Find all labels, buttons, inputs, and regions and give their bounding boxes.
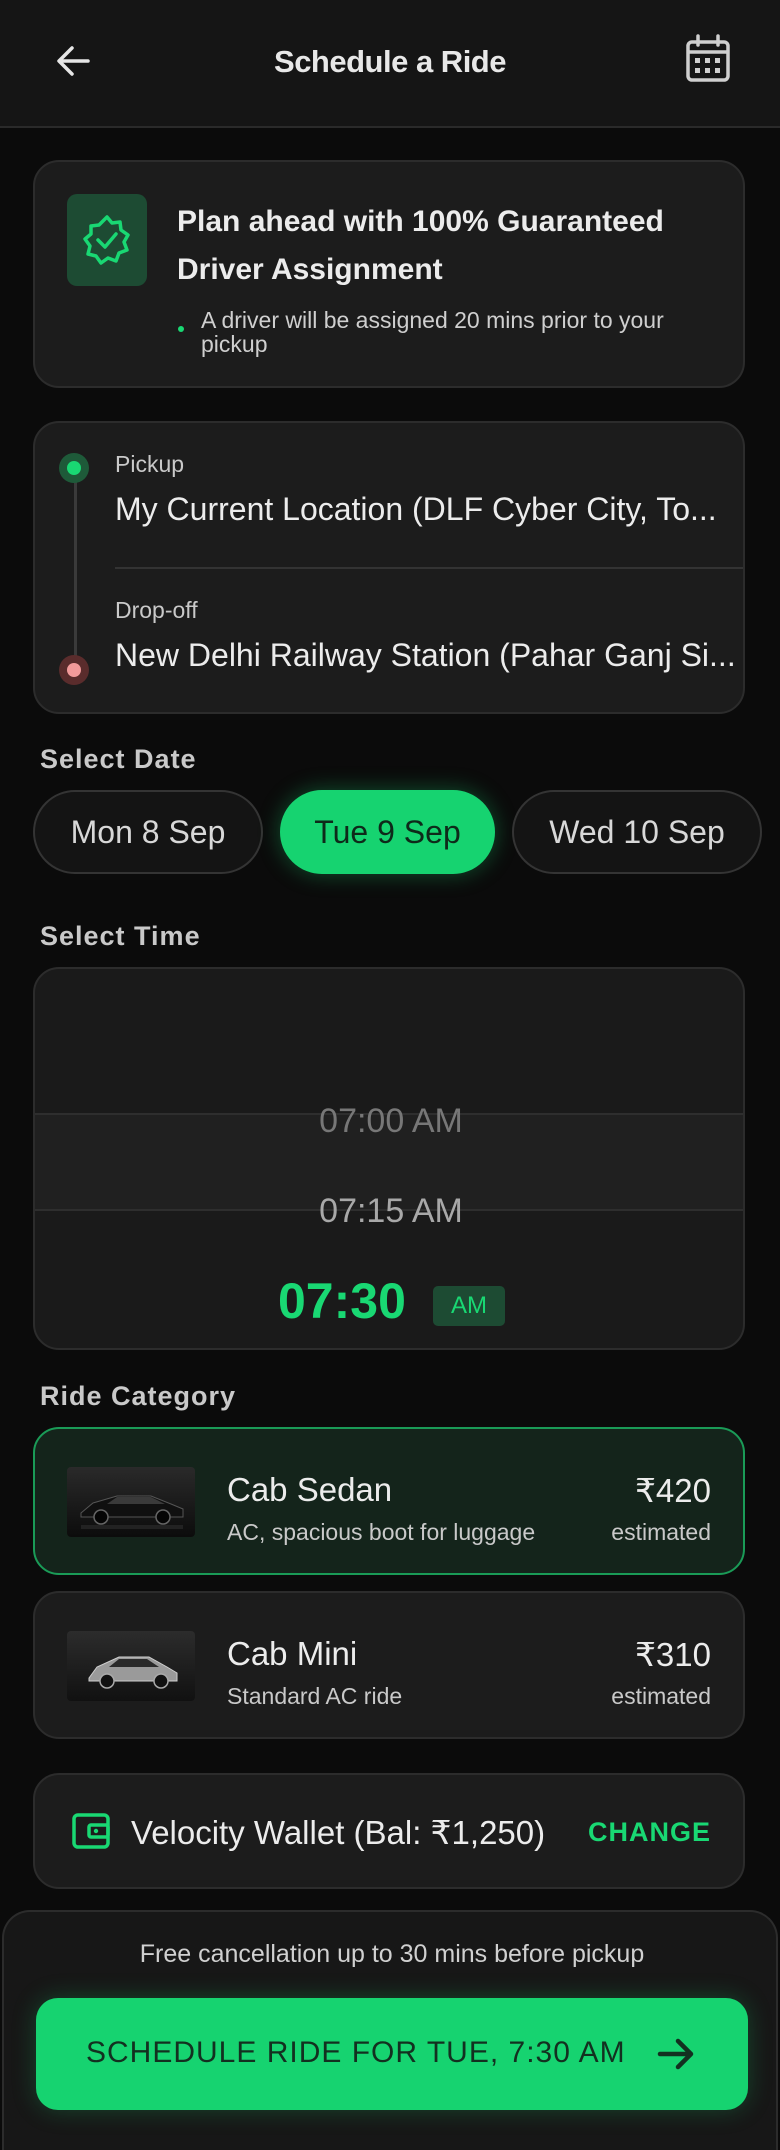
- dropoff-marker: [59, 655, 89, 685]
- calendar-icon: [686, 34, 730, 82]
- wallet-balance: Velocity Wallet (Bal: ₹1,250): [131, 1814, 546, 1851]
- dropoff-label: Drop-off: [115, 597, 198, 623]
- ride-price-note: estimated: [611, 1519, 711, 1545]
- route-connector: [74, 468, 77, 662]
- calendar-button[interactable]: [683, 32, 733, 86]
- pickup-marker: [59, 453, 89, 483]
- bottom-action-bar: Free cancellation up to 30 mins before p…: [2, 1910, 778, 2150]
- ride-option-mini[interactable]: Cab Mini Standard AC ride ₹310 estimated: [33, 1591, 745, 1739]
- payment-method-card: Velocity Wallet (Bal: ₹1,250) CHANGE: [33, 1773, 745, 1889]
- selected-time[interactable]: 07:30: [278, 1272, 406, 1330]
- change-payment-button[interactable]: CHANGE: [588, 1817, 711, 1848]
- cancellation-note: Free cancellation up to 30 mins before p…: [139, 1940, 645, 1968]
- schedule-button-label: SCHEDULE RIDE FOR TUE, 7:30 AM: [86, 2036, 626, 2069]
- route-divider: [115, 567, 743, 569]
- wallet-icon: [71, 1811, 111, 1856]
- select-date-label: Select Date: [40, 744, 197, 774]
- pickup-field[interactable]: My Current Location (DLF Cyber City, To.…: [115, 491, 743, 528]
- bullet-dot: [178, 326, 184, 332]
- verified-badge-icon: [83, 215, 130, 265]
- date-chip-mon[interactable]: Mon 8 Sep: [33, 790, 263, 874]
- selected-period[interactable]: AM: [433, 1286, 505, 1326]
- ride-category-label: Ride Category: [40, 1381, 237, 1411]
- select-time-label: Select Time: [40, 921, 201, 951]
- ride-name: Cab Sedan: [227, 1471, 393, 1508]
- ride-description: AC, spacious boot for luggage: [227, 1519, 536, 1545]
- ride-price: ₹420: [634, 1472, 711, 1509]
- banner-title: Plan ahead with 100% Guaranteed Driver A…: [177, 205, 664, 286]
- ride-price-note: estimated: [611, 1683, 711, 1709]
- dropoff-field[interactable]: New Delhi Railway Station (Pahar Ganj Si…: [115, 637, 743, 674]
- sedan-image: [67, 1467, 195, 1537]
- app-header: Schedule a Ride: [0, 0, 780, 128]
- pickup-label: Pickup: [115, 451, 185, 477]
- guarantee-banner: Plan ahead with 100% Guaranteed Driver A…: [33, 160, 745, 388]
- mini-image: [67, 1631, 195, 1701]
- page-title: Schedule a Ride: [274, 44, 506, 79]
- ride-name: Cab Mini: [227, 1635, 358, 1672]
- banner-subtitle: A driver will be assigned 20 mins prior …: [201, 307, 664, 357]
- date-chip-wed[interactable]: Wed 10 Sep: [512, 790, 762, 874]
- ride-price: ₹310: [634, 1636, 711, 1673]
- arrow-right-icon: [657, 2038, 694, 2070]
- time-option[interactable]: 07:00 AM: [35, 1102, 743, 1141]
- route-card: Pickup My Current Location (DLF Cyber Ci…: [33, 421, 745, 714]
- date-chip-tue[interactable]: Tue 9 Sep: [280, 790, 495, 874]
- time-picker[interactable]: 07:00 AM 07:15 AM 07:30 AM: [33, 967, 745, 1350]
- ride-option-sedan[interactable]: Cab Sedan AC, spacious boot for luggage …: [33, 1427, 745, 1575]
- schedule-ride-button[interactable]: SCHEDULE RIDE FOR TUE, 7:30 AM: [36, 1998, 748, 2110]
- ride-description: Standard AC ride: [227, 1683, 403, 1709]
- time-option[interactable]: 07:15 AM: [35, 1192, 743, 1231]
- verified-badge: [67, 194, 147, 286]
